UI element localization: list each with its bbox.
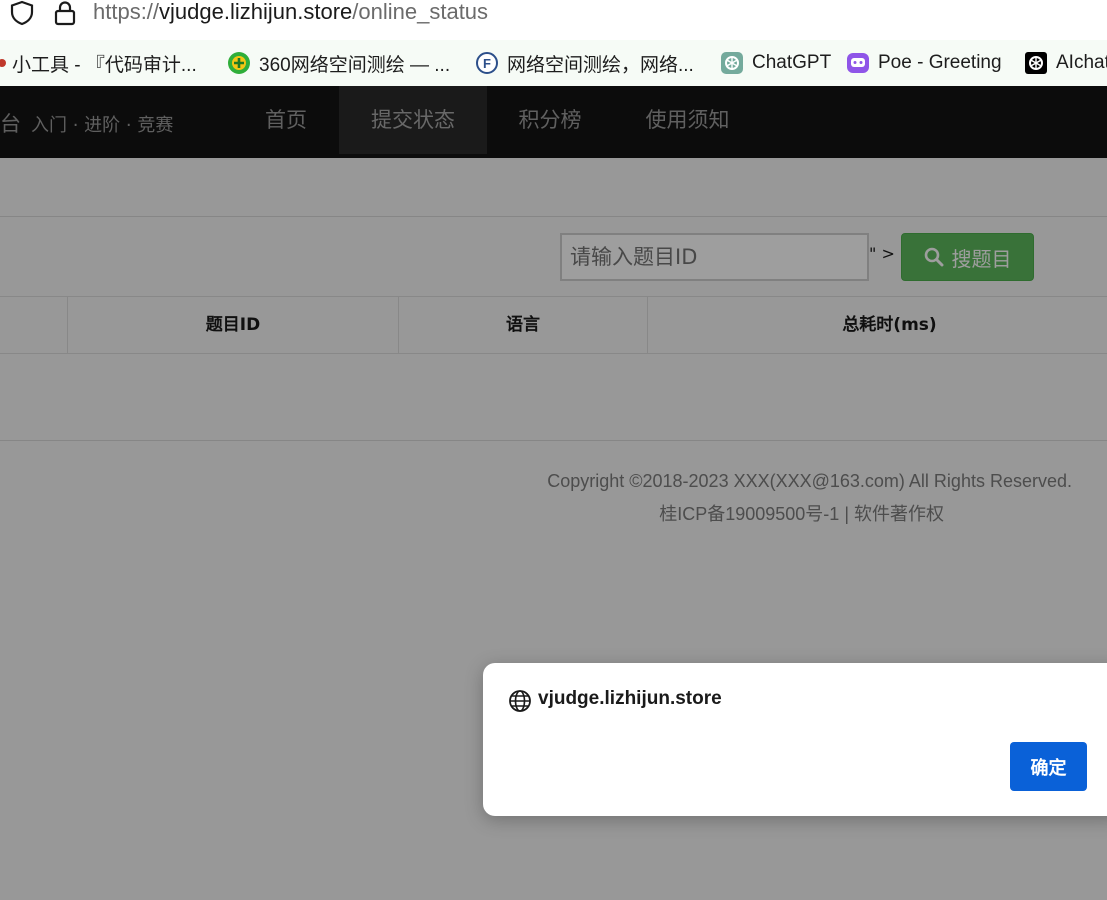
shield-icon[interactable] [8,0,36,26]
url-path: /online_status [352,0,489,24]
bookmark-label: 小工具 - 『代码审计... [12,54,197,76]
bookmark-chatgpt[interactable]: ChatGPT [720,50,831,76]
dialog-origin: vjudge.lizhijun.store [538,688,722,709]
tool-icon [0,51,8,75]
globe-icon [509,690,531,712]
confirm-button[interactable]: 确定 [1010,742,1087,791]
bookmark-fofa[interactable]: F 网络空间测绘，网络... [475,50,694,76]
bookmark-label: 网络空间测绘，网络... [507,54,694,76]
bookmark-label: AIchat [1056,52,1107,73]
poe-icon [846,51,870,75]
address-bar[interactable]: https://vjudge.lizhijun.store/online_sta… [0,0,1107,30]
bookmark-label: ChatGPT [752,52,832,73]
360-icon [227,51,251,75]
alert-dialog: vjudge.lizhijun.store 确定 [483,663,1107,816]
url-text[interactable]: https://vjudge.lizhijun.store/online_sta… [93,0,488,24]
svg-text:F: F [483,56,491,71]
bookmark-360[interactable]: 360网络空间测绘 — ... [227,50,450,76]
bookmark-label: 360网络空间测绘 — ... [259,54,451,76]
bookmark-label: Poe - Greeting [878,52,1002,73]
bookmarks-bar: 小工具 - 『代码审计... 360网络空间测绘 — ... F 网络空间测绘，… [0,40,1107,86]
url-host: vjudge.lizhijun.store [159,0,353,24]
aichat-icon [1024,51,1048,75]
url-scheme: https:// [93,0,160,24]
bookmark-aichat[interactable]: AIchat [1024,50,1107,76]
fofa-icon: F [475,51,499,75]
bookmark-poe[interactable]: Poe - Greeting [846,50,1002,76]
lock-icon[interactable] [52,0,78,26]
chatgpt-icon [720,51,744,75]
bookmark-tools[interactable]: 小工具 - 『代码审计... [0,50,197,76]
